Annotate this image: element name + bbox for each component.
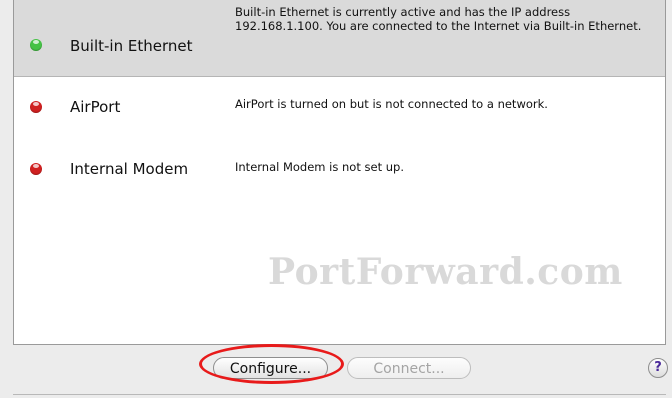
service-name: Internal Modem bbox=[70, 160, 189, 178]
watermark-text: PortForward.com bbox=[268, 251, 623, 293]
service-row-airport[interactable]: AirPort AirPort is turned on but is not … bbox=[14, 77, 665, 137]
help-icon[interactable]: ? bbox=[648, 358, 668, 378]
service-description: Internal Modem is not set up. bbox=[235, 160, 404, 174]
service-row-internal-modem[interactable]: Internal Modem Internal Modem is not set… bbox=[14, 137, 665, 199]
connect-button[interactable]: Connect... bbox=[347, 357, 471, 379]
status-inactive-icon bbox=[30, 163, 42, 175]
configure-button[interactable]: Configure... bbox=[213, 357, 328, 379]
service-name: AirPort bbox=[70, 98, 121, 116]
service-description: Built-in Ethernet is currently active an… bbox=[235, 5, 642, 33]
service-description: AirPort is turned on but is not connecte… bbox=[235, 97, 548, 111]
service-name: Built-in Ethernet bbox=[70, 37, 193, 55]
service-row-built-in-ethernet[interactable]: Built-in Ethernet Built-in Ethernet is c… bbox=[14, 0, 665, 77]
status-active-icon bbox=[30, 39, 42, 51]
bottom-divider bbox=[13, 394, 666, 395]
network-services-list: Built-in Ethernet Built-in Ethernet is c… bbox=[13, 0, 666, 345]
status-inactive-icon bbox=[30, 101, 42, 113]
